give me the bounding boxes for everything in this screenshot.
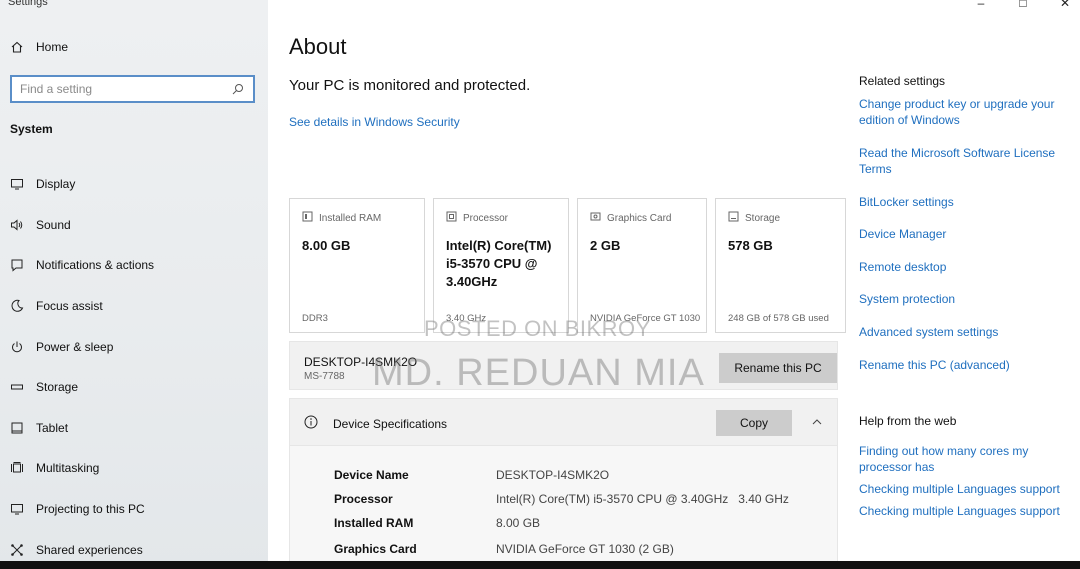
spec-key: Processor [334, 492, 393, 506]
card-storage: Storage 578 GB 248 GB of 578 GB used [715, 198, 846, 333]
protection-status: Your PC is monitored and protected. [289, 77, 531, 94]
copy-button[interactable]: Copy [716, 410, 792, 436]
related-link-advanced-system[interactable]: Advanced system settings [859, 324, 1064, 340]
spec-key: Graphics Card [334, 542, 417, 556]
spec-value: 8.00 GB [496, 516, 541, 530]
pc-model: MS-7788 [304, 371, 345, 382]
watermark-posted: POSTED ON BIKROY [424, 316, 651, 341]
watermark-name: MD. REDUAN MIA [372, 352, 705, 394]
related-link-bitlocker[interactable]: BitLocker settings [859, 194, 1064, 210]
help-link-cores[interactable]: Finding out how many cores my processor … [859, 443, 1064, 475]
card-label: Graphics Card [607, 212, 672, 224]
power-icon [10, 340, 24, 354]
spec-row: Processor Intel(R) Core(TM) i5-3570 CPU … [334, 492, 789, 506]
card-label: Processor [463, 212, 509, 224]
spec-row: Graphics Card NVIDIA GeForce GT 1030 (2 … [334, 542, 674, 556]
related-link-device-manager[interactable]: Device Manager [859, 226, 1064, 242]
card-label: Storage [745, 212, 781, 224]
sidebar-item-label: Multitasking [36, 461, 100, 476]
sidebar-item-projecting[interactable]: Projecting to this PC [10, 489, 154, 530]
sidebar-nav: Display Sound Notifications & actions Fo… [10, 164, 154, 569]
sidebar-item-focus-assist[interactable]: Focus assist [10, 286, 154, 327]
sidebar-item-storage[interactable]: Storage [10, 367, 154, 408]
card-value: 8.00 GB [302, 238, 351, 253]
sidebar: Settings Home System Display Sound Notif… [0, 0, 268, 569]
windows-security-link[interactable]: See details in Windows Security [289, 115, 460, 129]
search-icon[interactable] [231, 82, 245, 96]
sidebar-item-label: Notifications & actions [36, 258, 155, 273]
shared-icon [10, 543, 24, 557]
help-link-languages[interactable]: Checking multiple Languages support [859, 481, 1064, 497]
spec-value: DESKTOP-I4SMK2O [496, 468, 610, 482]
card-processor: Processor Intel(R) Core(TM) i5-3570 CPU … [433, 198, 569, 333]
sidebar-item-label: Storage [36, 380, 79, 395]
related-link-rename-advanced[interactable]: Rename this PC (advanced) [859, 357, 1064, 373]
notification-icon [10, 258, 24, 273]
related-link-product-key[interactable]: Change product key or upgrade your editi… [859, 96, 1064, 128]
monitor-icon [10, 177, 24, 191]
chevron-up-icon[interactable] [811, 415, 823, 427]
rename-pc-button[interactable]: Rename this PC [719, 353, 837, 383]
sidebar-item-label: Sound [36, 217, 71, 232]
related-link-license-terms[interactable]: Read the Microsoft Software License Term… [859, 145, 1064, 177]
info-icon [304, 415, 318, 429]
spec-row: Installed RAM 8.00 GB [334, 516, 540, 530]
spec-key: Installed RAM [334, 516, 414, 530]
search-box[interactable] [10, 75, 255, 103]
sidebar-item-tablet[interactable]: Tablet [10, 408, 154, 449]
sidebar-item-label: Power & sleep [36, 339, 114, 354]
help-link-languages[interactable]: Checking multiple Languages support [859, 503, 1064, 519]
card-installed-ram: Installed RAM 8.00 GB DDR3 [289, 198, 425, 333]
storage-icon [10, 380, 24, 394]
app-title: Settings [8, 0, 48, 8]
multitasking-icon [10, 461, 24, 475]
related-settings-heading: Related settings [859, 74, 946, 88]
projector-icon [10, 502, 24, 516]
search-input[interactable] [20, 82, 220, 96]
help-heading: Help from the web [859, 414, 957, 428]
device-specifications-header[interactable]: Device Specifications Copy [289, 398, 838, 446]
spec-row: Device Name DESKTOP-I4SMK2O [334, 468, 609, 482]
ram-icon [302, 211, 313, 225]
speaker-icon [10, 218, 24, 232]
device-specifications-body: Device Name DESKTOP-I4SMK2O Processor In… [289, 446, 838, 569]
card-value: Intel(R) Core(TM) i5-3570 CPU @ 3.40GHz [446, 238, 552, 289]
card-value: 2 GB [590, 238, 621, 253]
processor-icon [446, 211, 457, 225]
moon-icon [10, 299, 24, 313]
card-value: 578 GB [728, 238, 773, 253]
related-panel: Related settings Change product key or u… [859, 0, 1074, 569]
sidebar-item-label: Focus assist [36, 299, 103, 314]
main-content: About Your PC is monitored and protected… [289, 0, 849, 569]
spec-value: NVIDIA GeForce GT 1030 (2 GB) [496, 542, 674, 556]
card-footer: 248 GB of 578 GB used [728, 313, 829, 324]
card-footer: DDR3 [302, 313, 328, 324]
sidebar-item-power-sleep[interactable]: Power & sleep [10, 326, 154, 367]
sidebar-item-multitasking[interactable]: Multitasking [10, 448, 154, 489]
tablet-icon [10, 421, 24, 435]
card-label: Installed RAM [319, 212, 382, 224]
related-link-system-protection[interactable]: System protection [859, 291, 1064, 307]
sidebar-item-home[interactable]: Home [10, 40, 68, 54]
related-link-remote-desktop[interactable]: Remote desktop [859, 259, 1064, 275]
storage-icon [728, 211, 739, 225]
device-specifications-title: Device Specifications [333, 417, 448, 431]
sidebar-item-label: Home [36, 40, 69, 54]
spec-value: Intel(R) Core(TM) i5-3570 CPU @ 3.40GHz … [496, 492, 789, 506]
graphics-card-icon [590, 211, 601, 225]
sidebar-item-label: Shared experiences [36, 542, 143, 557]
card-graphics-card: Graphics Card 2 GB NVIDIA GeForce GT 103… [577, 198, 707, 333]
section-label-system: System [10, 122, 53, 136]
sidebar-item-notifications[interactable]: Notifications & actions [10, 245, 154, 286]
spec-cards: Installed RAM 8.00 GB DDR3 Processor Int… [289, 198, 846, 333]
page-title: About [289, 34, 347, 59]
bottom-strip [0, 561, 1080, 569]
sidebar-item-display[interactable]: Display [10, 164, 154, 205]
spec-key: Device Name [334, 468, 409, 482]
sidebar-item-label: Projecting to this PC [36, 502, 145, 517]
home-icon [10, 40, 24, 54]
sidebar-item-label: Tablet [36, 420, 69, 435]
sidebar-item-label: Display [36, 177, 76, 192]
sidebar-item-sound[interactable]: Sound [10, 205, 154, 246]
